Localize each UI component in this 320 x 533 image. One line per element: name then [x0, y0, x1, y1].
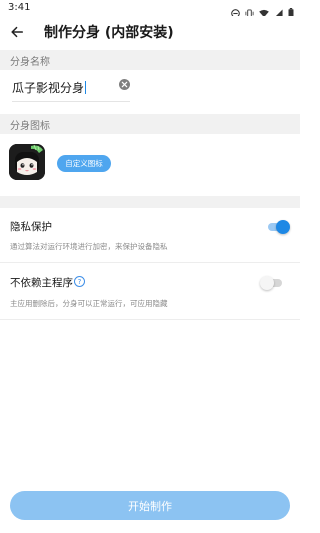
- status-time: 3:41: [8, 2, 31, 13]
- text-cursor: [85, 81, 87, 94]
- clone-name-value: 瓜子影视分身: [12, 79, 87, 96]
- clear-input-button[interactable]: [119, 79, 130, 90]
- start-create-button[interactable]: 开始制作: [10, 491, 290, 520]
- back-arrow-icon: [11, 26, 24, 38]
- privacy-toggle[interactable]: [266, 220, 290, 234]
- help-icon[interactable]: ?: [74, 276, 85, 287]
- icon-section-header: 分身图标: [0, 114, 300, 134]
- row-divider: [0, 319, 300, 320]
- clone-name-text: 瓜子影视分身: [12, 81, 85, 95]
- icon-section-label: 分身图标: [10, 121, 50, 132]
- close-icon: [121, 81, 128, 88]
- custom-icon-button[interactable]: 自定义图标: [57, 155, 111, 172]
- privacy-toggle-knob: [276, 220, 290, 234]
- name-section-header: 分身名称: [0, 50, 300, 70]
- status-bar: 3:41: [0, 0, 300, 18]
- privacy-description: 通过算法对运行环境进行加密，来保护设备隐私: [10, 242, 168, 251]
- independent-toggle-knob: [260, 276, 274, 290]
- clone-name-input[interactable]: 瓜子影视分身: [12, 74, 130, 102]
- clone-app-icon[interactable]: [9, 144, 45, 180]
- back-button[interactable]: [6, 21, 28, 43]
- independent-title: 不依赖主程序: [10, 277, 73, 289]
- screen: 3:41 制作分身 (内部安装) 分身名称 瓜子影视分身 分身图标 自定义图标 …: [0, 0, 300, 533]
- independent-description: 主应用删除后，分身可以正常运行，可应用隐藏: [10, 299, 168, 308]
- page-title: 制作分身 (内部安装): [44, 25, 174, 41]
- app-mascot-icon: [9, 144, 45, 180]
- name-section-label: 分身名称: [10, 57, 50, 68]
- privacy-title: 隐私保护: [10, 221, 52, 233]
- independent-toggle[interactable]: [260, 276, 284, 290]
- app-bar: 制作分身 (内部安装): [0, 16, 300, 48]
- section-separator: [0, 196, 300, 208]
- row-divider: [0, 262, 300, 263]
